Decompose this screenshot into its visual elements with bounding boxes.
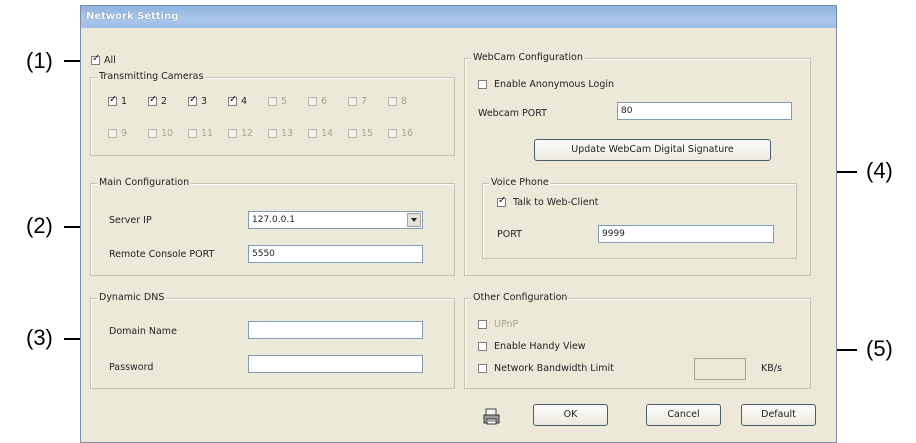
camera-10-label: 10 [161, 128, 174, 139]
webcam-port-label: Webcam PORT [478, 108, 547, 119]
callout-3: (3) [26, 325, 53, 350]
enable-anonymous-login-checkbox[interactable] [478, 80, 487, 89]
camera-11-label: 11 [201, 128, 214, 139]
camera-3-label: 3 [201, 96, 208, 107]
callout-5: (5) [866, 336, 893, 361]
transmitting-cameras-title: Transmitting Cameras [97, 71, 206, 82]
bandwidth-limit-input[interactable] [694, 358, 746, 380]
callout-1: (1) [26, 48, 53, 73]
network-bandwidth-limit-label: Network Bandwidth Limit [494, 363, 614, 374]
camera-13-label: 13 [281, 128, 294, 139]
webcam-port-input[interactable]: 80 [617, 102, 792, 120]
camera-7-label: 7 [361, 96, 368, 107]
camera-1-label: 1 [121, 96, 128, 107]
webcam-configuration-group: WebCam Configuration Enable Anonymous Lo… [464, 52, 811, 276]
camera-4-checkbox[interactable]: ✓ [228, 94, 238, 106]
camera-9-label: 9 [121, 128, 128, 139]
check-icon: ✓ [149, 94, 158, 105]
camera-9-checkbox[interactable] [108, 129, 117, 138]
check-icon: ✓ [498, 195, 507, 206]
camera-15-label: 15 [361, 128, 374, 139]
remote-console-port-input[interactable]: 5550 [248, 245, 423, 263]
dynamic-dns-group: Dynamic DNS Domain Name Password [90, 292, 455, 389]
voice-port-input[interactable]: 9999 [598, 225, 774, 243]
upnp-checkbox[interactable] [478, 320, 487, 329]
upnp-label: UPnP [494, 319, 519, 330]
password-input[interactable] [248, 355, 423, 373]
camera-7-checkbox[interactable] [348, 97, 357, 106]
check-icon: ✓ [92, 53, 101, 64]
domain-name-input[interactable] [248, 321, 423, 339]
check-icon: ✓ [189, 94, 198, 105]
cancel-button[interactable]: Cancel [646, 404, 721, 426]
server-ip-select[interactable]: 127.0.0.1 [248, 211, 423, 229]
enable-handy-view-label: Enable Handy View [494, 341, 586, 352]
password-label: Password [109, 362, 154, 373]
camera-14-label: 14 [321, 128, 334, 139]
all-cameras-label: All [104, 55, 116, 66]
camera-2-checkbox[interactable]: ✓ [148, 94, 158, 106]
camera-3-checkbox[interactable]: ✓ [188, 94, 198, 106]
camera-16-label: 16 [401, 128, 414, 139]
network-setting-dialog: Network Setting ✓ All Transmitting Camer… [80, 5, 837, 443]
transmitting-cameras-group: Transmitting Cameras ✓ 1 ✓ 2 ✓ 3 ✓ 4 5 6 7 8 9 10 11 12… [90, 71, 455, 156]
talk-to-web-client-label: Talk to Web-Client [513, 197, 599, 208]
dynamic-dns-title: Dynamic DNS [97, 292, 167, 303]
camera-8-checkbox[interactable] [388, 97, 397, 106]
check-icon: ✓ [109, 94, 118, 105]
camera-11-checkbox[interactable] [188, 129, 197, 138]
other-configuration-group: Other Configuration UPnP Enable Handy Vi… [464, 292, 811, 389]
network-bandwidth-limit-checkbox[interactable] [478, 364, 487, 373]
server-ip-label: Server IP [109, 215, 152, 226]
enable-anonymous-login-label: Enable Anonymous Login [494, 79, 615, 90]
camera-6-label: 6 [321, 96, 328, 107]
camera-14-checkbox[interactable] [308, 129, 317, 138]
talk-to-web-client-checkbox[interactable]: ✓ [497, 195, 507, 207]
main-configuration-title: Main Configuration [97, 177, 192, 188]
voice-port-label: PORT [497, 229, 522, 240]
camera-6-checkbox[interactable] [308, 97, 317, 106]
callout-4: (4) [866, 158, 893, 183]
camera-10-checkbox[interactable] [148, 129, 157, 138]
camera-2-label: 2 [161, 96, 168, 107]
callout-2: (2) [26, 213, 53, 238]
camera-4-label: 4 [241, 96, 248, 107]
update-webcam-signature-button[interactable]: Update WebCam Digital Signature [534, 139, 771, 161]
camera-5-checkbox[interactable] [268, 97, 277, 106]
domain-name-label: Domain Name [109, 326, 177, 337]
all-cameras-checkbox[interactable]: ✓ [91, 53, 101, 65]
camera-5-label: 5 [281, 96, 288, 107]
default-button[interactable]: Default [741, 404, 816, 426]
camera-16-checkbox[interactable] [388, 129, 397, 138]
ok-button[interactable]: OK [533, 404, 608, 426]
other-configuration-title: Other Configuration [471, 292, 570, 303]
main-configuration-group: Main Configuration Server IP 127.0.0.1 R… [90, 177, 455, 276]
camera-12-label: 12 [241, 128, 254, 139]
chevron-down-icon [411, 218, 417, 222]
camera-1-checkbox[interactable]: ✓ [108, 94, 118, 106]
camera-15-checkbox[interactable] [348, 129, 357, 138]
webcam-configuration-title: WebCam Configuration [471, 52, 585, 63]
camera-8-label: 8 [401, 96, 408, 107]
remote-console-port-label: Remote Console PORT [109, 249, 215, 260]
bandwidth-unit-label: KB/s [761, 363, 782, 374]
enable-handy-view-checkbox[interactable] [478, 342, 487, 351]
dialog-title: Network Setting [81, 6, 836, 28]
server-ip-value: 127.0.0.1 [252, 215, 295, 225]
check-icon: ✓ [229, 94, 238, 105]
voice-phone-group: Voice Phone ✓ Talk to Web-Client PORT 99… [482, 177, 797, 259]
server-ip-dropdown-arrow[interactable] [407, 213, 421, 227]
camera-12-checkbox[interactable] [228, 129, 237, 138]
printer-icon[interactable] [481, 406, 503, 428]
voice-phone-title: Voice Phone [489, 177, 551, 188]
camera-13-checkbox[interactable] [268, 129, 277, 138]
